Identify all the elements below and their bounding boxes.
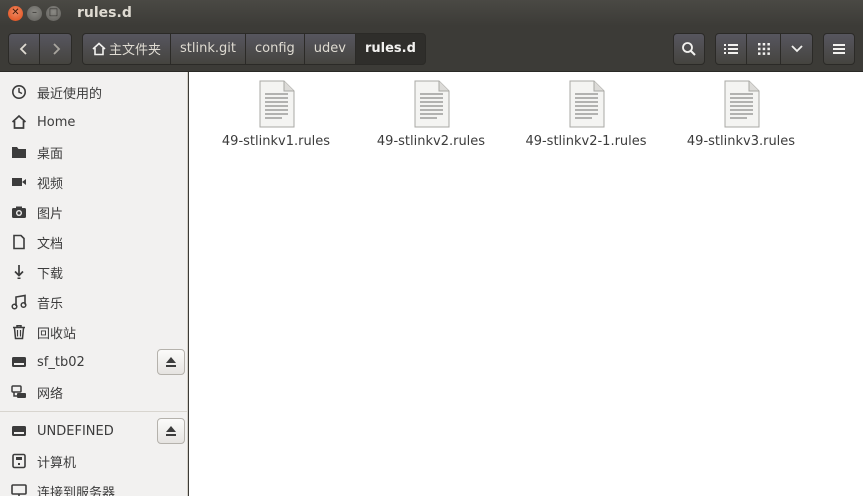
video-icon	[10, 173, 28, 191]
sidebar-item-label: 回收站	[37, 326, 77, 342]
sidebar-divider	[0, 411, 187, 412]
home-icon	[10, 113, 28, 131]
chevron-down-icon	[790, 45, 803, 53]
sidebar-item-label: 图片	[37, 206, 64, 222]
sidebar-item-trash[interactable]: 回收站	[0, 317, 187, 347]
breadcrumb-label: udev	[313, 41, 346, 56]
sidebar-item-label: 连接到服务器	[37, 485, 116, 496]
sidebar-item-pictures[interactable]: 图片	[0, 197, 187, 227]
close-icon: ✕	[11, 7, 20, 18]
window-maximize-button[interactable]: □	[46, 5, 61, 21]
search-icon	[682, 42, 696, 56]
window-title: rules.d	[77, 5, 132, 21]
drive-icon	[10, 353, 28, 371]
sidebar-item-recent[interactable]: 最近使用的	[0, 77, 187, 107]
eject-button[interactable]	[157, 349, 185, 375]
chevron-right-icon	[52, 42, 60, 55]
title-bar: ✕ – □ rules.d	[0, 0, 863, 26]
breadcrumb-rules-d[interactable]: rules.d	[355, 32, 426, 65]
file-item[interactable]: 49-stlinkv1.rules	[201, 80, 351, 149]
file-view: 49-stlinkv1.rules 49-stlinkv2.rules 49-s…	[189, 72, 863, 496]
sidebar-item-label: sf_tb02	[37, 354, 85, 370]
view-options-button[interactable]	[781, 33, 813, 65]
file-name: 49-stlinkv1.rules	[221, 134, 331, 149]
home-icon	[92, 41, 106, 55]
sidebar-item-videos[interactable]: 视频	[0, 167, 187, 197]
minimize-icon: –	[32, 7, 37, 18]
sidebar-item-music[interactable]: 音乐	[0, 287, 187, 317]
breadcrumb-stlink[interactable]: stlink.git	[171, 32, 246, 65]
file-name: 49-stlinkv2-1.rules	[525, 134, 647, 149]
breadcrumb-label: rules.d	[364, 41, 416, 56]
file-name: 49-stlinkv3.rules	[686, 134, 796, 149]
text-file-icon	[259, 80, 295, 128]
camera-icon	[10, 203, 28, 221]
menu-button[interactable]	[823, 33, 855, 65]
sidebar: 最近使用的 Home 桌面 视频 图片 文档 下载 音乐 回收站 sf_tb02…	[0, 72, 188, 496]
sidebar-item-label: 网络	[37, 386, 64, 402]
back-button[interactable]	[8, 32, 40, 65]
window-minimize-button[interactable]: –	[27, 5, 42, 21]
sidebar-item-desktop[interactable]: 桌面	[0, 137, 187, 167]
sidebar-item-label: Home	[37, 114, 76, 130]
download-icon	[10, 263, 28, 281]
eject-button[interactable]	[157, 418, 185, 444]
sidebar-item-label: 桌面	[37, 146, 64, 162]
sidebar-item-home[interactable]: Home	[0, 107, 187, 137]
file-item[interactable]: 49-stlinkv3.rules	[666, 80, 816, 149]
grid-view-button[interactable]	[747, 33, 781, 65]
list-view-button[interactable]	[715, 33, 747, 65]
music-icon	[10, 293, 28, 311]
sidebar-item-label: UNDEFINED	[37, 423, 114, 439]
file-item[interactable]: 49-stlinkv2.rules	[356, 80, 506, 149]
clock-icon	[10, 83, 28, 101]
toolbar: 主文件夹 stlink.git config udev rules.d	[0, 26, 863, 72]
sidebar-item-network[interactable]: 网络	[0, 377, 187, 407]
sidebar-item-label: 下载	[37, 266, 64, 282]
grid-view-icon	[757, 43, 770, 55]
server-icon	[10, 482, 28, 496]
file-item[interactable]: 49-stlinkv2-1.rules	[511, 80, 661, 149]
hamburger-menu-icon	[833, 44, 845, 54]
breadcrumb-label: 主文件夹	[109, 43, 162, 58]
document-icon	[10, 233, 28, 251]
trash-icon	[10, 323, 28, 341]
breadcrumb: 主文件夹 stlink.git config udev rules.d	[82, 32, 426, 65]
sidebar-item-label: 计算机	[37, 455, 77, 471]
sidebar-item-label: 视频	[37, 176, 64, 192]
breadcrumb-label: config	[254, 41, 295, 56]
sidebar-item-documents[interactable]: 文档	[0, 227, 187, 257]
list-view-icon	[724, 44, 738, 54]
text-file-icon	[414, 80, 450, 128]
sidebar-item-label: 音乐	[37, 296, 64, 312]
sidebar-item-downloads[interactable]: 下载	[0, 257, 187, 287]
sidebar-item-label: 最近使用的	[37, 86, 103, 102]
file-name: 49-stlinkv2.rules	[376, 134, 486, 149]
maximize-icon: □	[48, 7, 59, 18]
text-file-icon	[569, 80, 605, 128]
breadcrumb-udev[interactable]: udev	[304, 32, 356, 65]
breadcrumb-config[interactable]: config	[245, 32, 305, 65]
computer-icon	[10, 452, 28, 470]
sidebar-item-sf-tb02[interactable]: sf_tb02	[0, 347, 187, 377]
forward-button[interactable]	[40, 32, 72, 65]
breadcrumb-home[interactable]: 主文件夹	[82, 32, 172, 65]
window-close-button[interactable]: ✕	[8, 5, 23, 21]
drive-icon	[10, 422, 28, 440]
text-file-icon	[724, 80, 760, 128]
network-icon	[10, 383, 28, 401]
sidebar-item-connect-server[interactable]: 连接到服务器	[0, 476, 187, 496]
folder-icon	[10, 143, 28, 161]
sidebar-item-undefined[interactable]: UNDEFINED	[0, 416, 187, 446]
sidebar-item-label: 文档	[37, 236, 64, 252]
sidebar-item-computer[interactable]: 计算机	[0, 446, 187, 476]
eject-icon	[166, 357, 176, 367]
eject-icon	[166, 426, 176, 436]
search-button[interactable]	[673, 33, 705, 65]
chevron-left-icon	[19, 42, 27, 55]
breadcrumb-label: stlink.git	[180, 41, 236, 56]
